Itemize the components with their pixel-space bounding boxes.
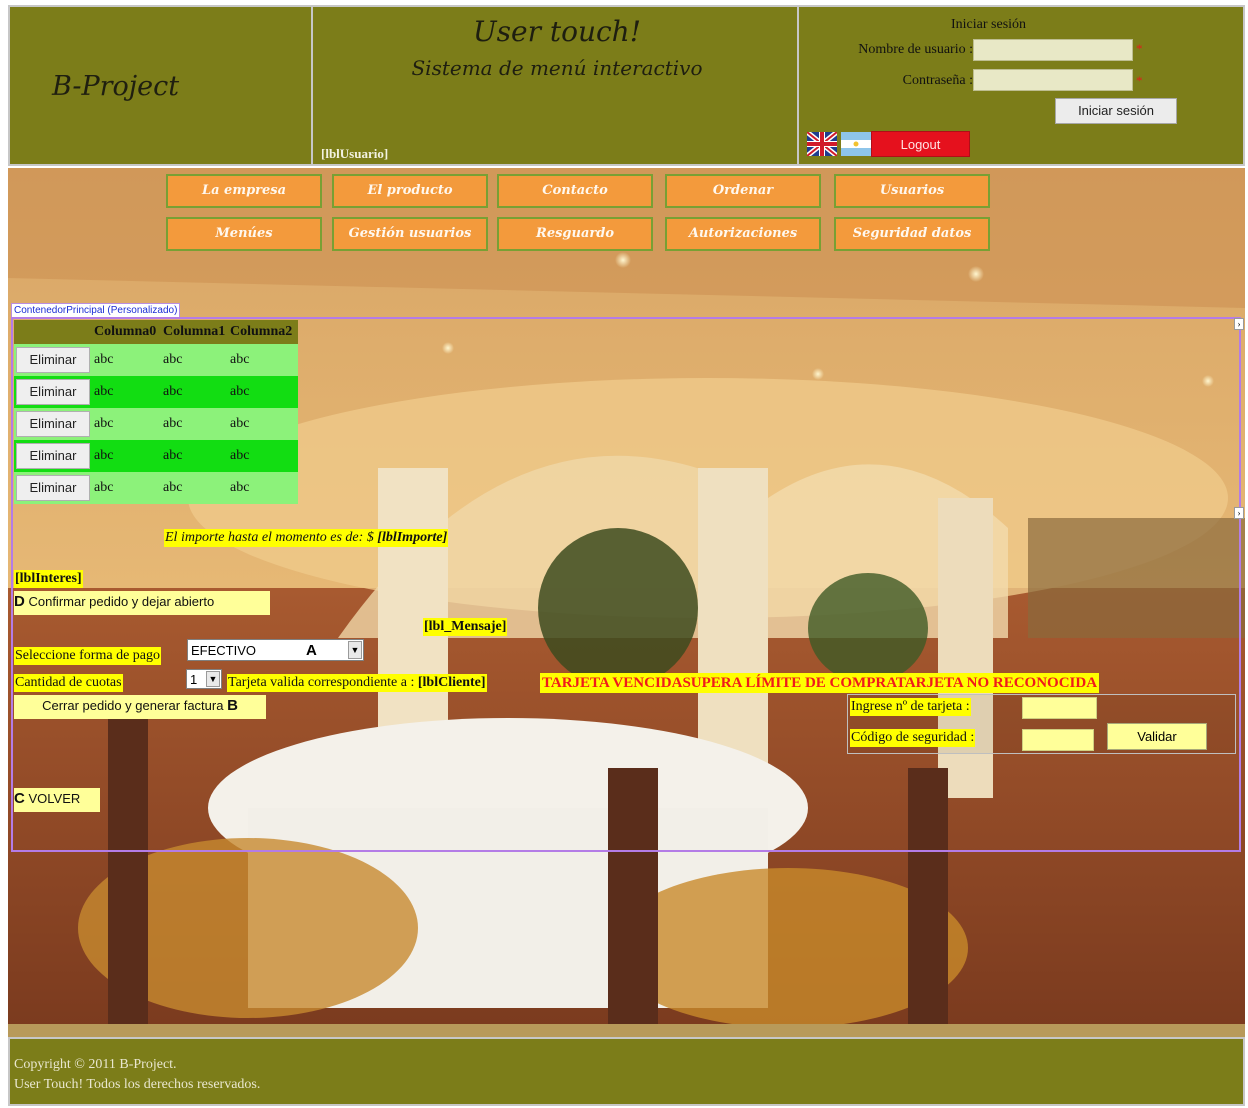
grid-column-header: Columna2 bbox=[230, 324, 293, 339]
delete-button[interactable]: Eliminar bbox=[16, 379, 90, 405]
menu-usuarios[interactable]: Usuarios bbox=[834, 174, 990, 208]
password-input[interactable] bbox=[973, 69, 1133, 91]
security-code-input[interactable] bbox=[1022, 729, 1094, 751]
logo-cell: B-Project bbox=[10, 7, 313, 164]
menu-menues[interactable]: Menúes bbox=[166, 217, 322, 251]
card-number-input[interactable] bbox=[1022, 697, 1097, 719]
back-button-label: VOLVER bbox=[28, 791, 81, 806]
installments-select[interactable]: 1 ▼ bbox=[186, 669, 222, 689]
chevron-down-icon: ▼ bbox=[348, 641, 362, 659]
grid-cell: abc bbox=[94, 384, 114, 399]
username-label: Nombre de usuario : bbox=[858, 42, 973, 57]
security-code-label: Código de seguridad : bbox=[850, 729, 976, 747]
delete-button[interactable]: Eliminar bbox=[16, 475, 90, 501]
grid-header: Columna0 Columna1 Columna2 bbox=[14, 320, 298, 344]
argentina-flag-icon[interactable] bbox=[841, 132, 871, 156]
confirm-order-button[interactable]: D Confirmar pedido y dejar abierto bbox=[14, 591, 270, 615]
shortcut-key-c: C bbox=[14, 790, 25, 807]
payment-label: Seleccione forma de pago bbox=[14, 647, 161, 665]
card-number-label: Ingrese nº de tarjeta : bbox=[850, 698, 971, 716]
grid-column-header: Columna1 bbox=[163, 324, 226, 339]
card-error-message: TARJETA VENCIDASUPERA LÍMITE DE COMPRATA… bbox=[540, 673, 1100, 693]
payment-selected-value: EFECTIVO bbox=[191, 643, 257, 658]
table-row: Eliminar abc abc abc bbox=[14, 376, 298, 408]
validate-button[interactable]: Validar bbox=[1107, 723, 1207, 750]
shortcut-key-d: D bbox=[14, 593, 25, 610]
app-title: User touch! bbox=[473, 15, 641, 48]
menu-seguridad-datos[interactable]: Seguridad datos bbox=[834, 217, 990, 251]
menu-autorizaciones[interactable]: Autorizaciones bbox=[665, 217, 821, 251]
logout-button[interactable]: Logout bbox=[871, 131, 970, 157]
logo: B-Project bbox=[52, 71, 180, 102]
importe-text: El importe hasta el momento es de: $ bbox=[165, 530, 374, 545]
container-label: ContenedorPrincipal (Personalizado) bbox=[11, 303, 181, 318]
footer: Copyright © 2011 B-Project. User Touch! … bbox=[8, 1037, 1245, 1106]
grid-cell: abc bbox=[230, 448, 250, 463]
payment-method-select[interactable]: EFECTIVO A ▼ bbox=[187, 639, 364, 661]
card-valid-label: Tarjeta valida correspondiente a : [lblC… bbox=[227, 674, 487, 692]
grid-column-header: Columna0 bbox=[94, 324, 157, 339]
shortcut-key-a: A bbox=[306, 642, 317, 659]
app-subtitle: Sistema de menú interactivo bbox=[411, 56, 703, 80]
grid-cell: abc bbox=[163, 480, 183, 495]
grid-cell: abc bbox=[230, 384, 250, 399]
password-label: Contraseña : bbox=[902, 73, 973, 88]
copyright-text: Copyright © 2011 B-Project. bbox=[14, 1057, 177, 1072]
chevron-right-icon[interactable]: › bbox=[1234, 318, 1244, 330]
importe-value: [lblImporte] bbox=[377, 530, 448, 545]
grid-cell: abc bbox=[94, 352, 114, 367]
interes-label: [lblInteres] bbox=[14, 570, 83, 588]
close-order-label: Cerrar pedido y generar factura bbox=[42, 698, 224, 713]
table-row: Eliminar abc abc abc bbox=[14, 408, 298, 440]
order-grid: Columna0 Columna1 Columna2 Eliminar abc … bbox=[14, 320, 298, 504]
chevron-right-icon[interactable]: › bbox=[1234, 507, 1244, 519]
grid-cell: abc bbox=[230, 352, 250, 367]
grid-cell: abc bbox=[163, 352, 183, 367]
installments-selected-value: 1 bbox=[190, 672, 198, 687]
menu-el-producto[interactable]: El producto bbox=[332, 174, 488, 208]
close-order-button[interactable]: Cerrar pedido y generar factura B bbox=[14, 695, 266, 719]
chevron-down-icon: ▼ bbox=[206, 671, 220, 687]
menu-ordenar[interactable]: Ordenar bbox=[665, 174, 821, 208]
table-row: Eliminar abc abc abc bbox=[14, 472, 298, 504]
importe-label: El importe hasta el momento es de: $ [lb… bbox=[164, 529, 449, 547]
username-input[interactable] bbox=[973, 39, 1133, 61]
delete-button[interactable]: Eliminar bbox=[16, 443, 90, 469]
grid-cell: abc bbox=[163, 384, 183, 399]
confirm-order-label: Confirmar pedido y dejar abierto bbox=[28, 594, 215, 609]
delete-button[interactable]: Eliminar bbox=[16, 347, 90, 373]
cliente-label: [lblCliente] bbox=[417, 675, 486, 690]
header: B-Project User touch! Sistema de menú in… bbox=[8, 5, 1245, 166]
grid-cell: abc bbox=[163, 448, 183, 463]
installments-label: Cantidad de cuotas bbox=[14, 674, 123, 692]
title-cell: User touch! Sistema de menú interactivo … bbox=[315, 7, 799, 164]
grid-cell: abc bbox=[230, 480, 250, 495]
back-button[interactable]: C VOLVER bbox=[14, 788, 100, 812]
grid-cell: abc bbox=[94, 480, 114, 495]
mensaje-label: [lbl_Mensaje] bbox=[423, 618, 508, 636]
rights-text: User Touch! Todos los derechos reservado… bbox=[14, 1077, 261, 1092]
table-row: Eliminar abc abc abc bbox=[14, 344, 298, 376]
password-required-mark: * bbox=[1136, 73, 1143, 88]
grid-cell: abc bbox=[230, 416, 250, 431]
menu-contacto[interactable]: Contacto bbox=[497, 174, 653, 208]
table-row: Eliminar abc abc abc bbox=[14, 440, 298, 472]
login-panel: Iniciar sesión Nombre de usuario : * Con… bbox=[801, 7, 1243, 164]
delete-button[interactable]: Eliminar bbox=[16, 411, 90, 437]
menu-resguardo[interactable]: Resguardo bbox=[497, 217, 653, 251]
english-flag-icon[interactable] bbox=[805, 130, 839, 158]
user-label: [lblUsuario] bbox=[321, 146, 389, 161]
shortcut-key-b: B bbox=[227, 697, 238, 714]
grid-cell: abc bbox=[94, 416, 114, 431]
grid-cell: abc bbox=[163, 416, 183, 431]
menu-gestion-usuarios[interactable]: Gestión usuarios bbox=[332, 217, 488, 251]
login-heading: Iniciar sesión bbox=[951, 17, 1027, 32]
card-valid-text: Tarjeta valida correspondiente a : bbox=[228, 675, 415, 690]
grid-cell: abc bbox=[94, 448, 114, 463]
username-required-mark: * bbox=[1136, 41, 1143, 56]
menu-la-empresa[interactable]: La empresa bbox=[166, 174, 322, 208]
login-button[interactable]: Iniciar sesión bbox=[1055, 98, 1177, 124]
